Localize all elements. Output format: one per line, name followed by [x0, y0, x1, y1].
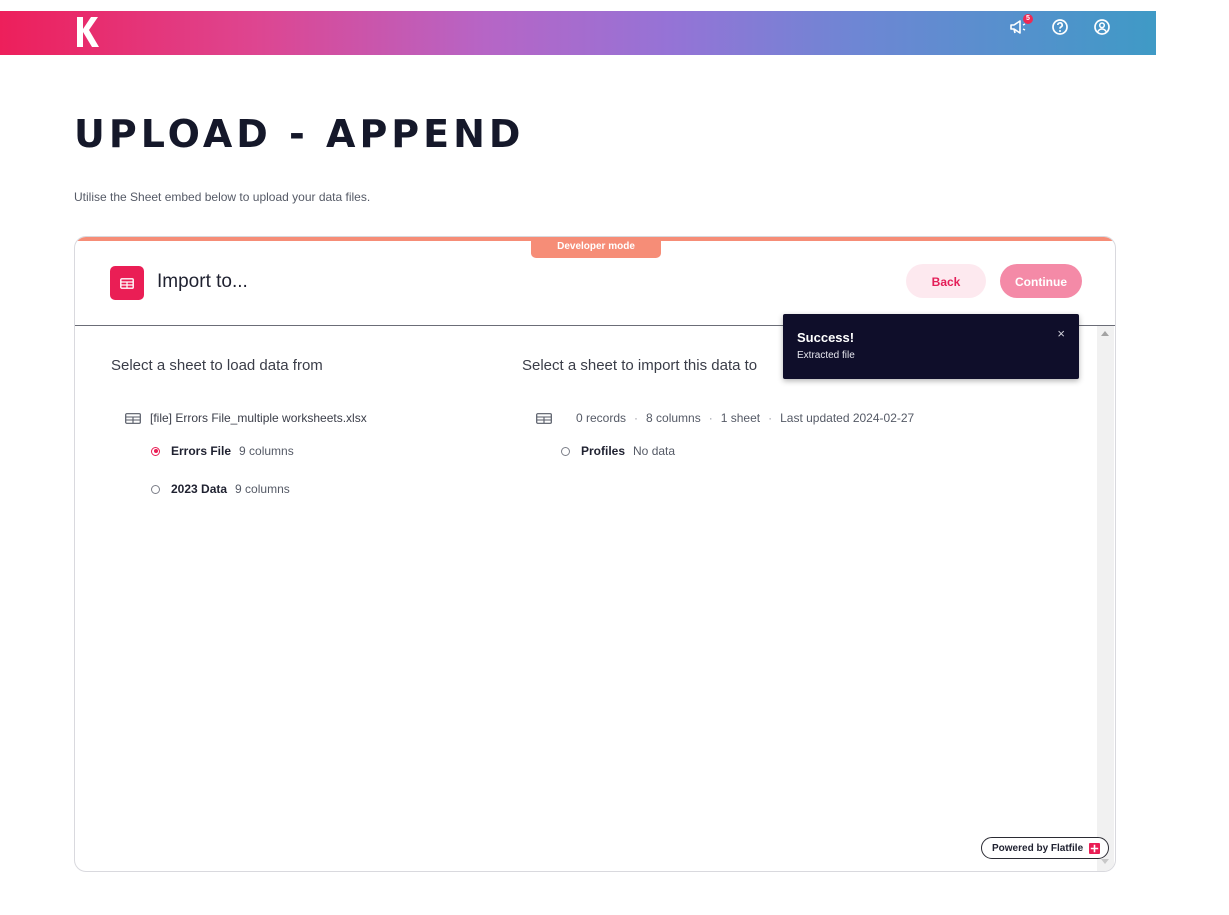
vertical-scrollbar[interactable] — [1097, 326, 1114, 871]
radio-button[interactable] — [561, 446, 570, 456]
sheet-column-count: 9 columns — [239, 444, 294, 458]
flatfile-logo-icon — [1089, 842, 1101, 854]
last-updated: Last updated 2024-02-27 — [780, 411, 915, 425]
sheet-name: 2023 Data — [171, 482, 228, 496]
back-button[interactable]: Back — [906, 264, 986, 298]
source-file-name: [file] Errors File_multiple worksheets.x… — [150, 411, 367, 425]
radio-button[interactable] — [151, 484, 160, 494]
sheet-name: Profiles — [581, 444, 626, 458]
megaphone-icon[interactable]: 5 — [1008, 14, 1033, 37]
record-count: 0 records — [576, 411, 627, 425]
sheet-column-count: 9 columns — [235, 482, 290, 496]
source-sheet-heading: Select a sheet to load data from — [111, 357, 323, 374]
toast-message: Extracted file — [797, 350, 855, 361]
close-icon[interactable]: × — [1057, 326, 1065, 341]
top-navigation-bar: 5 — [0, 11, 1156, 55]
success-toast: Success! Extracted file × — [783, 314, 1079, 379]
sheet-count: 1 sheet — [720, 411, 761, 425]
page-title: UPLOAD - APPEND — [74, 112, 525, 156]
source-sheet-option[interactable]: Errors File 9 columns — [151, 444, 294, 458]
powered-by-label: Powered by Flatfile — [992, 842, 1084, 854]
destination-sheet-heading: Select a sheet to import this data to — [522, 357, 758, 374]
powered-by-flatfile-badge[interactable]: Powered by Flatfile — [981, 837, 1110, 859]
destination-sheet-option[interactable]: Profiles No data — [561, 444, 675, 458]
sheet-data-status: No data — [633, 444, 676, 458]
radio-button-selected[interactable] — [151, 446, 160, 456]
table-icon — [110, 266, 144, 300]
scroll-up-icon[interactable] — [1101, 331, 1109, 336]
notification-badge: 5 — [1023, 14, 1033, 24]
page-subtitle: Utilise the Sheet embed below to upload … — [74, 190, 371, 204]
toast-title: Success! — [797, 330, 855, 345]
table-icon — [536, 412, 552, 424]
scroll-down-icon[interactable] — [1101, 859, 1109, 864]
destination-workbook-meta: 0 records · 8 columns · 1 sheet · Last u… — [536, 411, 914, 425]
k-logo[interactable] — [74, 15, 100, 49]
help-icon[interactable] — [1050, 17, 1070, 37]
sheet-name: Errors File — [171, 444, 232, 458]
column-count: 8 columns — [646, 411, 701, 425]
continue-button[interactable]: Continue — [1000, 264, 1082, 298]
developer-mode-badge: Developer mode — [531, 237, 661, 258]
table-icon — [125, 412, 141, 424]
source-sheet-option[interactable]: 2023 Data 9 columns — [151, 482, 290, 496]
source-file-row: [file] Errors File_multiple worksheets.x… — [125, 411, 367, 425]
importer-title: Import to... — [157, 271, 248, 292]
account-icon[interactable] — [1092, 17, 1112, 37]
